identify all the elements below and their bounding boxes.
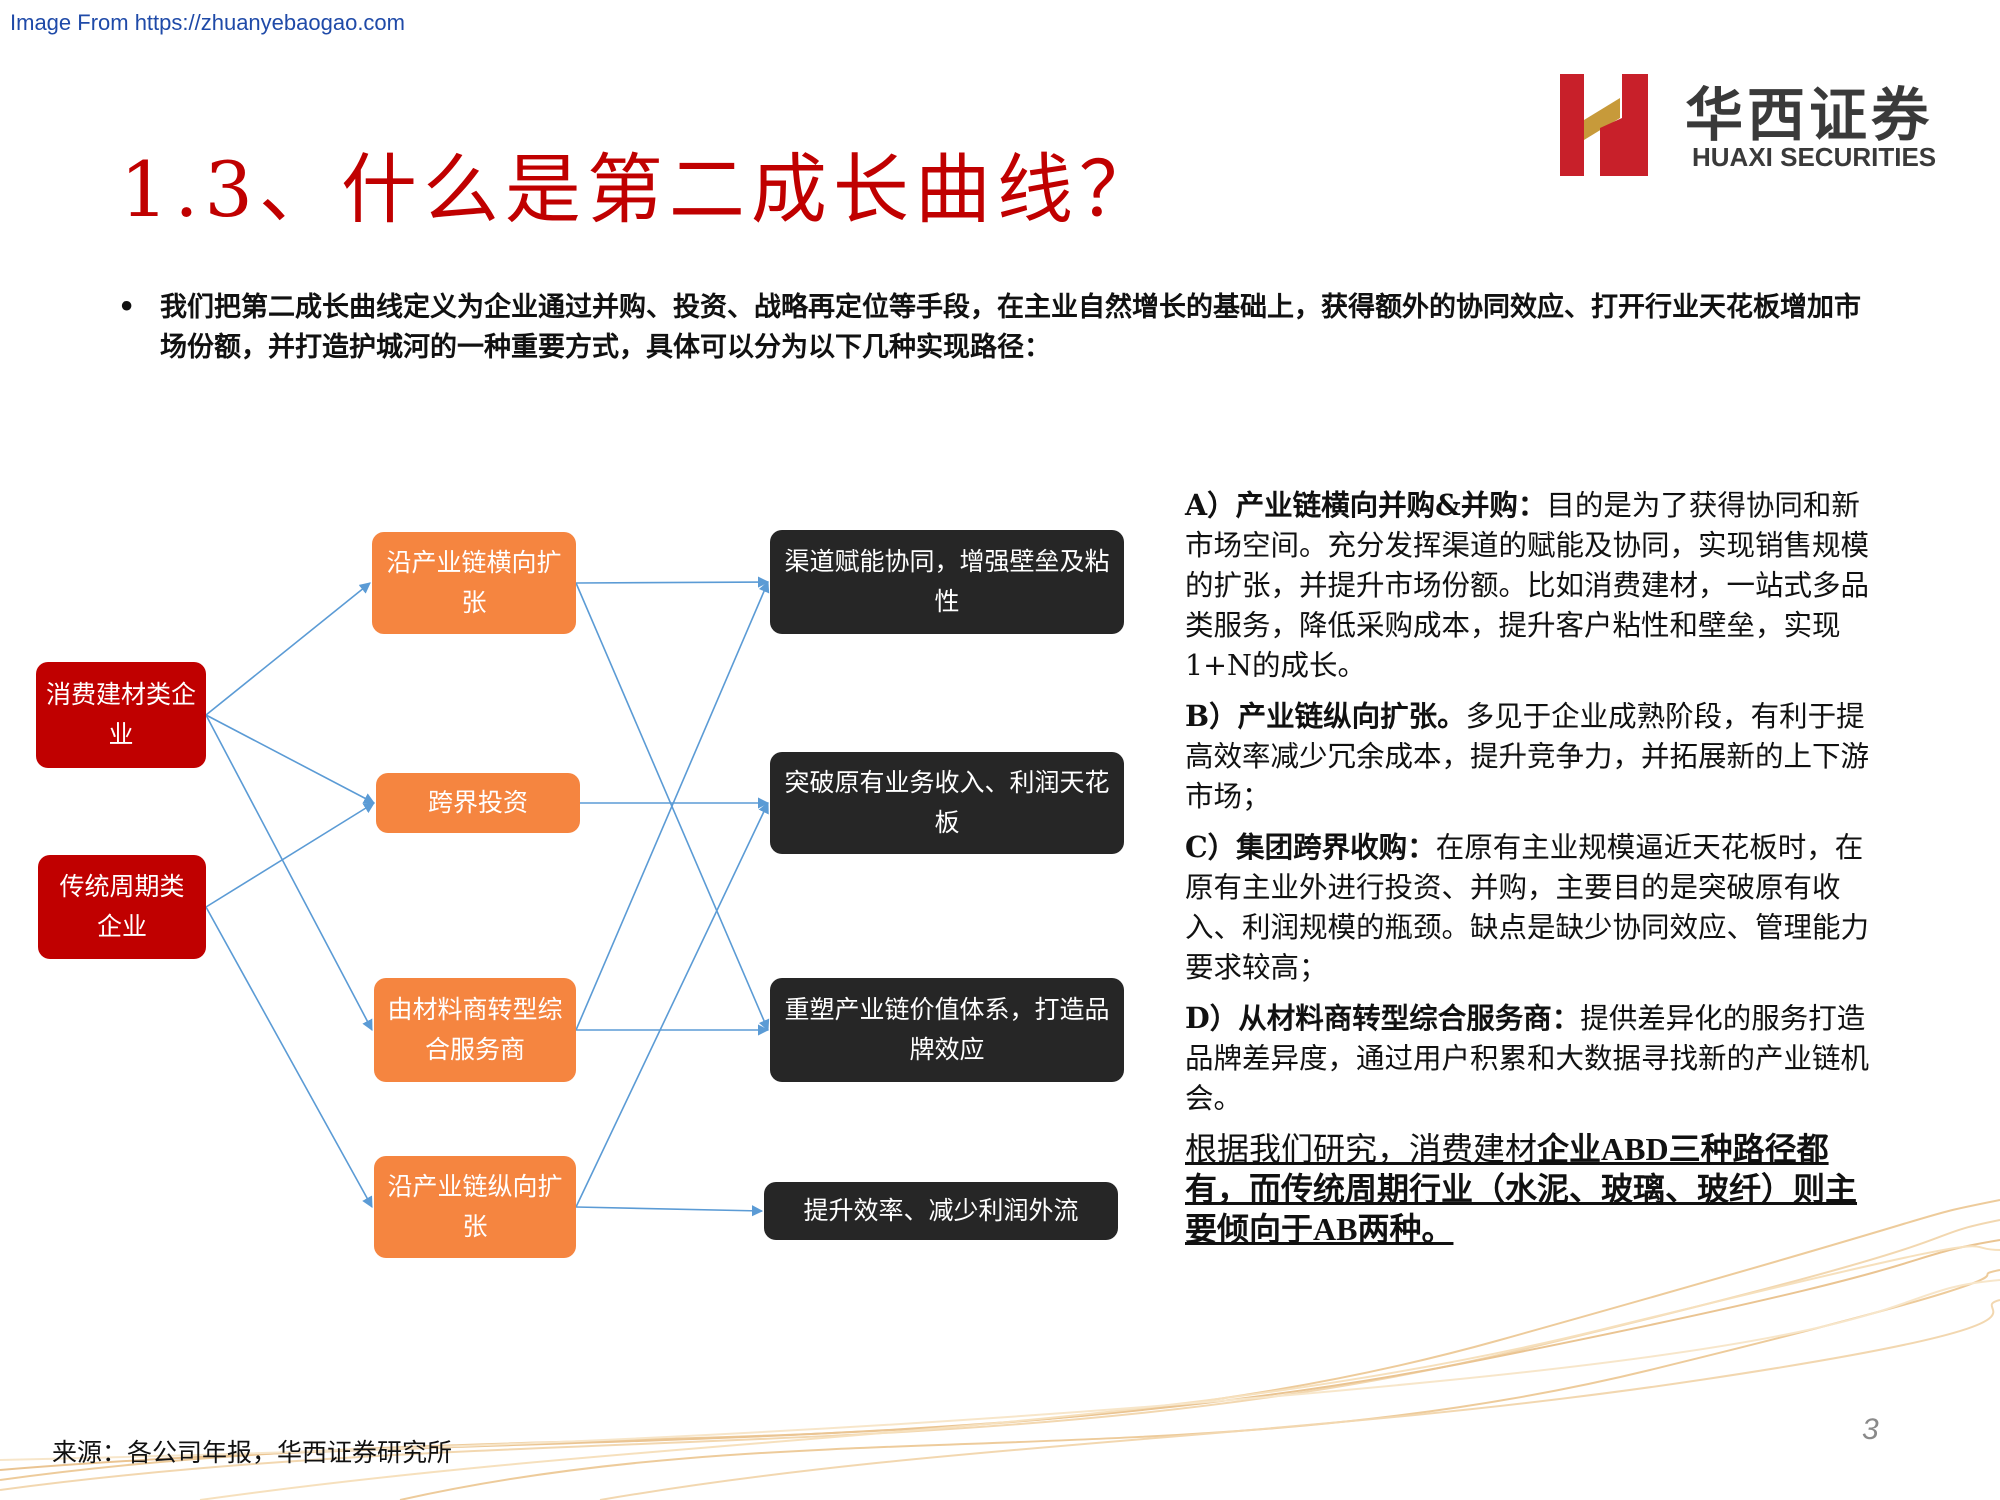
path-a-text: A）产业链横向并购&并购：目的是为了获得协同和新市场空间。充分发挥渠道的赋能及协… [1185,485,1880,686]
path-a-heading: A）产业链横向并购&并购： [1185,488,1547,522]
path-b-heading: B）产业链纵向扩张。 [1185,699,1466,733]
outcome-node-brand-effect: 重塑产业链价值体系，打造品牌效应 [770,978,1124,1082]
source-node-building-materials: 消费建材类企业 [36,662,206,768]
path-c-heading: C）集团跨界收购： [1185,830,1436,864]
edge-p1-o1 [575,576,770,588]
outcome-node-channel-synergy: 渠道赋能协同，增强壁垒及粘性 [770,530,1124,634]
page-number: 3 [1862,1413,1879,1446]
path-d-heading: D）从材料商转型综合服务商： [1185,1001,1581,1035]
source-note: 来源：各公司年报，华西证券研究所 [52,1438,453,1467]
path-d-text: D）从材料商转型综合服务商：提供差异化的服务打造品牌差异度，通过用户积累和大数据… [1185,998,1880,1119]
source-node-cyclical: 传统周期类企业 [38,855,206,959]
paths-explanation: A）产业链横向并购&并购：目的是为了获得协同和新市场空间。充分发挥渠道的赋能及协… [1185,485,1880,1259]
path-b-text: B）产业链纵向扩张。多见于企业成熟阶段，有利于提高效率减少冗余成本，提升竞争力，… [1185,696,1880,817]
path-c-text: C）集团跨界收购：在原有主业规模逼近天花板时，在原有主业外进行投资、并购，主要目… [1185,827,1880,988]
edge-s1-p1 [205,582,371,716]
outcome-node-break-ceiling: 突破原有业务收入、利润天花板 [770,752,1124,854]
edge-s1-p3 [205,714,373,1031]
edge-s2-p4 [205,906,373,1208]
path-node-cross-investment: 跨界投资 [376,773,580,833]
edge-s2-p2 [205,802,375,908]
edge-s1-p2 [205,714,375,804]
edge-p4-o2 [575,801,769,1208]
conclusion-prefix: 根据我们研究，消费建材 [1185,1131,1538,1167]
path-node-horizontal-expansion: 沿产业链横向扩张 [372,532,576,634]
path-node-service-transition: 由材料商转型综合服务商 [374,978,576,1082]
